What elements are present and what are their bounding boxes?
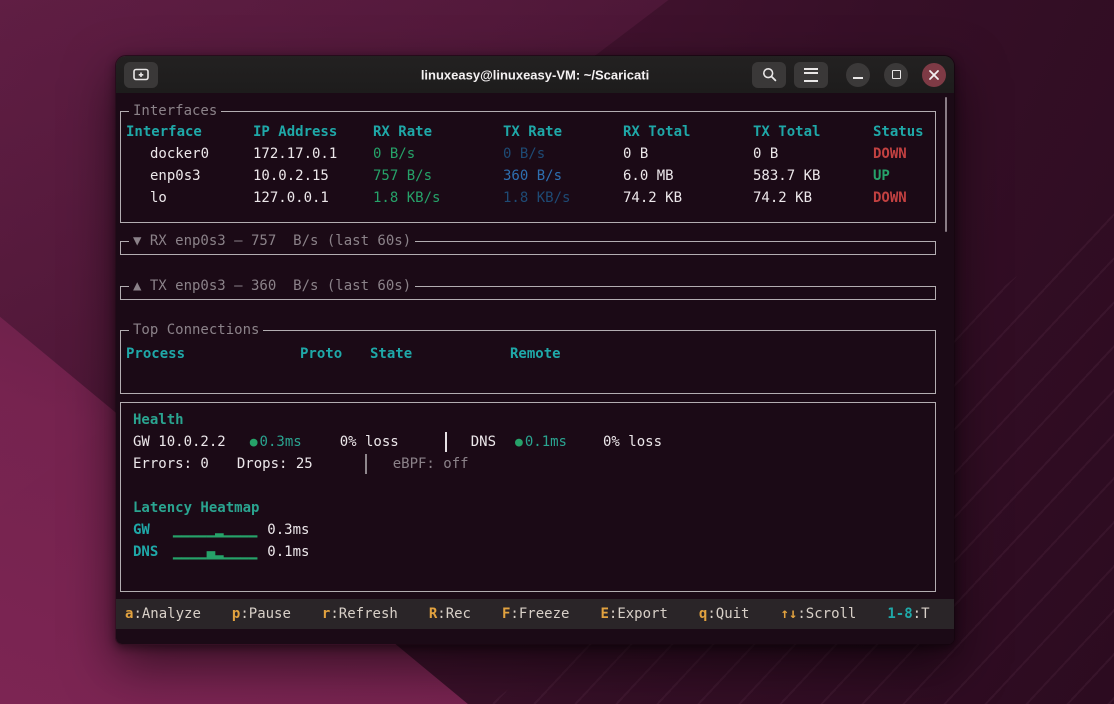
status-bar: a:Analyze p:Pause r:Refresh R:Rec F:Free… [116,599,954,629]
ebpf-status: eBPF: off [393,456,469,472]
connections-panel: Top Connections Process Proto State Remo… [120,330,936,394]
column-header-status: Status [873,124,930,140]
rx-sparkline-panel: ▼ RX enp0s3 — 757 B/s (last 60s) [120,241,936,255]
heatmap-dns-value: 0.1ms [267,544,309,560]
search-icon [762,67,777,82]
interface-tx-rate: 0 B/s [503,146,623,162]
key-hint-export[interactable]: E:Export [600,606,667,622]
window-controls [846,63,946,87]
new-tab-button[interactable] [124,62,158,88]
interface-rx-total: 6.0 MB [623,168,753,184]
heatmap-dns-label: DNS [133,544,173,560]
tx-sparkline-title: ▲ TX enp0s3 — 360 B/s (last 60s) [129,278,415,295]
close-button[interactable] [922,63,946,87]
interface-ip: 127.0.0.1 [253,190,373,206]
interface-tx-total: 0 B [753,146,873,162]
close-icon [928,69,940,81]
minimize-button[interactable] [846,63,870,87]
interface-status: UP [873,168,930,184]
heatmap-dns-bars: ▁▁▁▁▄▂▁▁▁▁ [173,544,257,560]
interface-ip: 10.0.2.15 [253,168,373,184]
interface-tx-total: 583.7 KB [753,168,873,184]
interface-ip: 172.17.0.1 [253,146,373,162]
health-errors-line: Errors: 0 Drops: 25 eBPF: off [133,453,930,475]
column-header-rx-rate: RX Rate [373,124,503,140]
key-hint-analyze[interactable]: a:Analyze [125,606,201,622]
column-header-tx-rate: TX Rate [503,124,623,140]
errors-count: Errors: 0 [133,456,209,472]
column-header-tx-total: TX Total [753,124,873,140]
drops-count: Drops: 25 [237,456,313,472]
health-panel: Health GW 10.0.2.2 ● 0.3ms 0% loss DNS ●… [120,402,936,592]
key-hint-quit[interactable]: q:Quit [699,606,750,622]
terminal-screen[interactable]: Interfaces Interface IP Address RX Rate … [116,93,954,644]
key-hint-rec[interactable]: R:Rec [429,606,471,622]
key-hint-refresh[interactable]: r:Refresh [322,606,398,622]
interfaces-panel: Interfaces Interface IP Address RX Rate … [120,111,936,223]
key-hint-freeze[interactable]: F:Freeze [502,606,569,622]
interfaces-panel-title: Interfaces [129,103,221,120]
maximize-icon [892,70,901,79]
interface-tx-total: 74.2 KB [753,190,873,206]
key-hint-tabs[interactable]: 1-8:T [887,606,929,622]
dns-label: DNS [471,434,496,450]
dns-status-dot: ● [515,435,523,450]
connections-table: Process Proto State Remote [126,343,930,365]
hamburger-menu-icon [804,68,818,82]
key-hint-pause[interactable]: p:Pause [232,606,291,622]
interface-name: enp0s3 [126,168,253,184]
maximize-button[interactable] [884,63,908,87]
heatmap-row-dns: DNS ▁▁▁▁▄▂▁▁▁▁ 0.1ms [133,541,930,563]
heatmap-gw-label: GW [133,522,173,538]
search-button[interactable] [752,62,786,88]
connections-panel-title: Top Connections [129,322,263,339]
divider [445,432,447,452]
interface-rx-rate: 757 B/s [373,168,503,184]
tx-sparkline-panel: ▲ TX enp0s3 — 360 B/s (last 60s) [120,286,936,300]
interface-status: DOWN [873,146,930,162]
terminal-scrollbar[interactable] [945,97,947,232]
column-header-rx-total: RX Total [623,124,753,140]
interfaces-table: Interface IP Address RX Rate TX Rate RX … [126,121,930,209]
column-header-ip: IP Address [253,124,373,140]
interface-rx-total: 0 B [623,146,753,162]
health-gateway-dns-line: GW 10.0.2.2 ● 0.3ms 0% loss DNS ● 0.1ms … [133,431,930,453]
column-header-interface: Interface [126,124,253,140]
menu-button[interactable] [794,62,828,88]
column-header-state: State [370,346,510,362]
health-title: Health [133,409,930,431]
dns-loss: 0% loss [603,434,662,450]
dns-latency: 0.1ms [525,434,567,450]
gateway-loss: 0% loss [340,434,399,450]
titlebar[interactable]: linuxeasy@linuxeasy-VM: ~/Scaricati [116,56,954,93]
latency-heatmap-title: Latency Heatmap [133,497,930,519]
gateway-latency: 0.3ms [260,434,302,450]
desktop-wallpaper: linuxeasy@linuxeasy-VM: ~/Scaricati [0,0,1114,704]
interface-name: docker0 [126,146,253,162]
column-header-remote: Remote [510,346,930,362]
interface-rx-rate: 1.8 KB/s [373,190,503,206]
column-header-process: Process [126,346,300,362]
key-hint-scroll[interactable]: ↑↓:Scroll [780,606,856,622]
divider [365,454,367,474]
interface-rx-total: 74.2 KB [623,190,753,206]
heatmap-row-gw: GW ▁▁▁▁▁▂▁▁▁▁ 0.3ms [133,519,930,541]
new-tab-icon [133,68,149,81]
gateway-label: GW 10.0.2.2 [133,434,226,450]
interface-name: lo [126,190,253,206]
interface-tx-rate: 360 B/s [503,168,623,184]
column-header-proto: Proto [300,346,370,362]
terminal-window: linuxeasy@linuxeasy-VM: ~/Scaricati [115,55,955,645]
interface-rx-rate: 0 B/s [373,146,503,162]
minimize-icon [853,77,863,79]
heatmap-gw-value: 0.3ms [267,522,309,538]
rx-sparkline-title: ▼ RX enp0s3 — 757 B/s (last 60s) [129,233,415,250]
interface-status: DOWN [873,190,930,206]
heatmap-gw-bars: ▁▁▁▁▁▂▁▁▁▁ [173,522,257,538]
window-title: linuxeasy@linuxeasy-VM: ~/Scaricati [421,67,649,82]
interface-tx-rate: 1.8 KB/s [503,190,623,206]
gateway-status-dot: ● [250,435,258,450]
